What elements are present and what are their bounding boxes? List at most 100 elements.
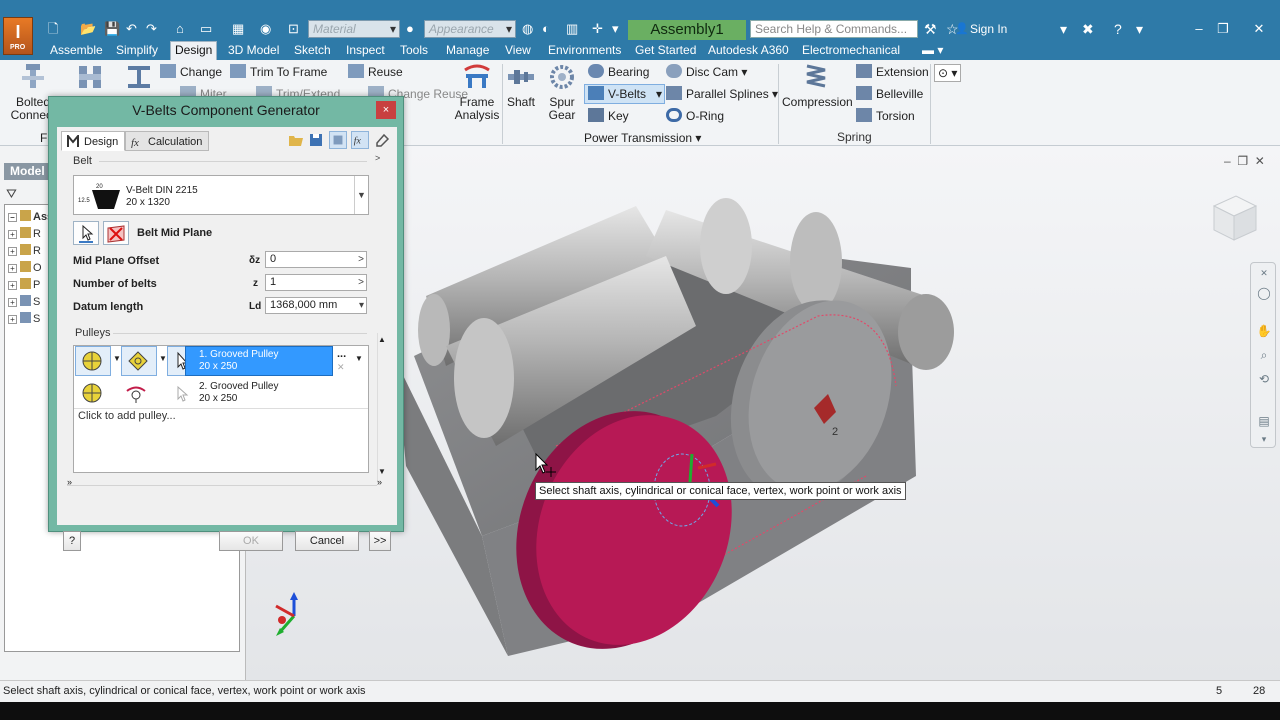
frame-generator-icon-button[interactable] xyxy=(124,62,154,96)
tab-view[interactable]: View xyxy=(501,42,535,58)
tab-environments[interactable]: Environments xyxy=(544,42,625,58)
fx-icon[interactable]: ✛ xyxy=(592,20,603,38)
tab-design[interactable]: Design xyxy=(61,131,126,151)
viewcube[interactable] xyxy=(1206,188,1262,248)
eraser-icon[interactable] xyxy=(373,131,391,149)
full-navigation-wheel-icon[interactable]: ◯ xyxy=(1256,285,1272,301)
tab-assemble[interactable]: Assemble xyxy=(46,42,107,58)
ok-button[interactable]: OK xyxy=(219,531,283,551)
datum-length-select[interactable]: 1368,000 mm ▾ xyxy=(265,297,367,314)
appearance-combo[interactable]: Appearance xyxy=(424,20,516,38)
expand-arrow-icon[interactable]: > xyxy=(358,275,364,290)
key-button[interactable]: Key xyxy=(588,108,629,124)
select-mid-plane-button[interactable] xyxy=(73,221,99,245)
tab-manage[interactable]: Manage xyxy=(442,42,493,58)
tab-tools[interactable]: Tools xyxy=(396,42,432,58)
tab-3d-model[interactable]: 3D Model xyxy=(224,42,283,58)
cancel-button[interactable]: Cancel xyxy=(295,531,359,551)
sketch-icon[interactable]: ⊡ xyxy=(288,20,299,38)
pulley-options-dropdown-icon[interactable]: ▼ xyxy=(355,354,363,363)
tree-item[interactable]: + S xyxy=(8,294,40,310)
tree-item[interactable]: + O xyxy=(8,260,42,276)
signin-dropdown-icon[interactable]: ▾ xyxy=(1060,20,1067,38)
search-help-input[interactable]: Search Help & Commands... xyxy=(750,20,918,38)
user-icon[interactable]: 👤 xyxy=(955,20,969,38)
minimize-icon[interactable]: – xyxy=(1188,20,1210,38)
expand-icon[interactable]: + xyxy=(8,264,17,273)
redo-icon[interactable]: ↷ xyxy=(146,20,157,38)
remove-pulley-icon[interactable]: ✕ xyxy=(337,362,345,373)
o-ring-button[interactable]: O-Ring xyxy=(666,108,724,124)
filter-icon[interactable]: ⛛ xyxy=(6,186,17,202)
save-icon[interactable] xyxy=(307,131,325,149)
shaft-2-end[interactable] xyxy=(898,294,954,370)
look-at-icon[interactable]: ▤ xyxy=(1256,413,1272,429)
dialog-close-button[interactable]: × xyxy=(376,101,396,119)
bearing-button[interactable]: Bearing xyxy=(588,64,649,80)
tab-sketch[interactable]: Sketch xyxy=(290,42,335,58)
color-override-icon[interactable]: ▥ xyxy=(566,20,578,38)
tab-autodesk-a360[interactable]: Autodesk A360 xyxy=(704,42,793,58)
disc-cam-button[interactable]: Disc Cam ▾ xyxy=(666,64,747,80)
panel-label-power-transmission[interactable]: Power Transmission ▾ xyxy=(584,130,701,146)
navbar-close-icon[interactable]: ✕ xyxy=(1256,265,1272,281)
help-icon[interactable]: ? xyxy=(1114,20,1122,38)
hub-2[interactable] xyxy=(700,198,752,294)
flip-plane-button[interactable] xyxy=(103,221,129,245)
expand-arrow-icon[interactable]: > xyxy=(358,252,364,267)
scroll-down-icon[interactable]: ▼ xyxy=(378,467,386,476)
pan-icon[interactable]: ✋ xyxy=(1256,323,1272,339)
tab-electromechanical[interactable]: Electromechanical xyxy=(798,42,904,58)
tree-item[interactable]: + R xyxy=(8,226,41,242)
spur-gear-button[interactable]: Spur Gear xyxy=(544,62,580,122)
expand-left-icon[interactable]: » xyxy=(67,477,72,487)
expand-icon[interactable]: + xyxy=(8,247,17,256)
help-button[interactable]: ? xyxy=(63,531,81,551)
insert-frame-button[interactable] xyxy=(72,62,108,96)
v-belts-button[interactable]: V-Belts ▾ xyxy=(584,84,666,104)
more-options-button[interactable]: >> xyxy=(369,531,391,551)
clear-appearance-icon[interactable]: ◍ xyxy=(522,20,533,38)
tree-item[interactable]: + S xyxy=(8,311,40,327)
tree-item[interactable]: + R xyxy=(8,243,41,259)
dropdown-arrow-icon[interactable]: ▾ xyxy=(359,298,364,313)
expand-icon[interactable]: + xyxy=(8,298,17,307)
pulley-type-dropdown-icon[interactable]: ▼ xyxy=(113,354,121,363)
navbar-menu-icon[interactable]: ▾ xyxy=(1256,431,1272,447)
trim-to-frame-button[interactable]: Trim To Frame xyxy=(230,64,327,80)
hub-3[interactable] xyxy=(790,212,842,312)
close-window-icon[interactable]: ✕ xyxy=(1248,20,1270,38)
number-of-belts-input[interactable]: 1 > xyxy=(265,274,367,291)
update-icon[interactable]: ▭ xyxy=(200,20,212,38)
belleville-spring-button[interactable]: Belleville xyxy=(856,86,923,102)
exchange-icon[interactable]: ✖ xyxy=(1082,20,1094,38)
reuse-button[interactable]: Reuse xyxy=(348,64,403,80)
ribbon-options-icon[interactable]: ⊙ ▾ xyxy=(934,64,962,82)
expand-icon[interactable]: + xyxy=(8,315,17,324)
model-browser-tab[interactable]: Model xyxy=(4,163,48,180)
shaft-button[interactable]: Shaft xyxy=(505,62,537,109)
home-icon[interactable]: ⌂ xyxy=(176,20,184,38)
restore-icon[interactable]: ❐ xyxy=(1212,20,1234,38)
qat-dropdown-icon[interactable]: ▾ xyxy=(612,20,619,38)
tab-design[interactable]: Design xyxy=(170,41,218,60)
save-icon[interactable]: 💾 xyxy=(104,20,120,38)
expand-icon[interactable]: + xyxy=(8,281,17,290)
adjust-appearance-icon[interactable]: ◐ xyxy=(542,20,550,38)
belt-type-select[interactable]: 20 12.5 V-Belt DIN 2215 20 x 1320 ▼ xyxy=(73,175,369,215)
zoom-icon[interactable]: ⌕ xyxy=(1256,347,1272,363)
measure-icon[interactable]: ◉ xyxy=(260,20,271,38)
extension-spring-button[interactable]: Extension xyxy=(856,64,929,80)
pulley-row[interactable]: ▼ ▼ 1. Grooved Pulley 20 x 250 ... ✕ ▼ xyxy=(75,346,367,376)
tab-calculation[interactable]: fx Calculation xyxy=(125,131,210,151)
add-pulley-link[interactable]: Click to add pulley... xyxy=(78,410,176,422)
pulley-row[interactable]: 2. Grooved Pulley 20 x 250 xyxy=(75,378,367,408)
shaft-1-end[interactable] xyxy=(418,294,450,366)
open-file-icon[interactable] xyxy=(287,131,305,149)
material-combo[interactable]: Material xyxy=(308,20,400,38)
torsion-spring-button[interactable]: Torsion xyxy=(856,108,915,124)
belt-dropdown-icon[interactable]: ▼ xyxy=(354,176,368,214)
open-file-icon[interactable]: 📂 xyxy=(80,20,96,38)
undo-icon[interactable]: ↶ xyxy=(126,20,137,38)
tree-item[interactable]: + P xyxy=(8,277,40,293)
